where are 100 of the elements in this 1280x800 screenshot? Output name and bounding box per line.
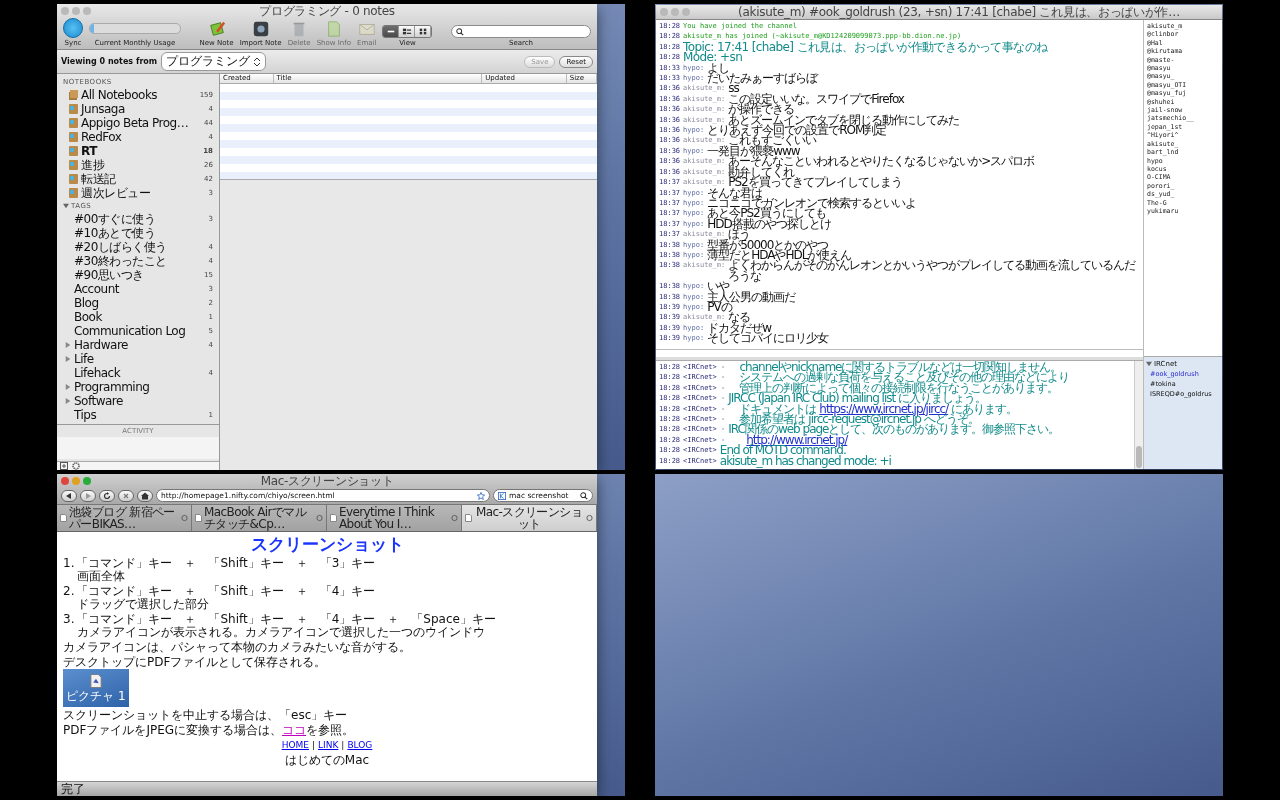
message-text: いや	[707, 281, 730, 292]
gear-icon[interactable]	[72, 462, 80, 470]
reload-icon	[103, 491, 111, 500]
page-icon	[195, 514, 202, 522]
disclosure-icon[interactable]	[1146, 361, 1152, 367]
message-text: そんな君は	[707, 187, 763, 198]
minimize-button[interactable]	[72, 7, 80, 15]
minimize-button[interactable]	[671, 8, 679, 16]
status-bar: 完了	[57, 781, 597, 796]
page-icon	[60, 514, 67, 522]
disclosure-icon[interactable]	[63, 203, 69, 209]
message-text: ほう	[728, 229, 751, 240]
nav-link[interactable]: BLOG	[347, 739, 373, 752]
step-number: 1.	[63, 557, 75, 570]
page-icon	[330, 514, 337, 522]
message-text: あーそんなこといわれるとやりたくなるじゃないか>スパロボ	[728, 156, 1035, 167]
notebook-icon	[69, 132, 78, 142]
notebook-dropdown[interactable]: プログラミング	[161, 52, 267, 71]
message-text: よくわからんがそのがんレオンとかいうやつがプレイしてる動画を流しているんだろうな	[728, 260, 1137, 282]
message-text: そしてコバイにロリ少女	[707, 333, 829, 344]
step-result: カメラアイコンが表示される。カメラアイコンで選択した一つのウインドウ	[76, 626, 485, 639]
tag-item[interactable]: Programming	[57, 380, 219, 394]
browser-tab[interactable]: 池袋ブログ 新宿ペーパーBIKAS…	[57, 505, 192, 531]
search-field[interactable]	[451, 25, 591, 38]
zoom-button[interactable]	[83, 7, 91, 15]
stop-button[interactable]	[118, 489, 134, 502]
message-text: が操作できる	[728, 104, 795, 115]
key-combination: 「コマンド」キー ＋ 「Shift」キー ＋ 「4」キー ＋ 「Space」キー	[76, 613, 496, 626]
key-combination: 「コマンド」キー ＋ 「Shift」キー ＋ 「4」キー	[76, 585, 376, 598]
message-text: あと今PS2買うにしても	[707, 208, 826, 219]
browser-tab[interactable]: MacBook Airでマルチタッチ&Cp…	[192, 505, 327, 531]
message-text: とりあえず今回での設置でROM判定	[707, 125, 887, 136]
message-text: ss	[728, 83, 739, 94]
bookmark-star-icon[interactable]	[477, 491, 485, 500]
snippet-view-icon	[401, 27, 412, 36]
notebook-icon	[69, 146, 78, 156]
notepad-pencil-icon	[207, 20, 226, 38]
message-text: なる	[728, 312, 751, 323]
notebook-icon	[69, 188, 78, 198]
footer-text: はじめてのMac	[283, 754, 371, 767]
close-button[interactable]	[61, 7, 69, 15]
message-text: 薄型だとHDAやHDLが使えん	[707, 249, 852, 261]
tag-item[interactable]: Software	[57, 394, 219, 408]
scrollbar[interactable]	[1134, 361, 1143, 469]
browser-tab[interactable]: Mac-スクリーンショット	[462, 505, 597, 531]
up-down-arrows-icon	[253, 57, 262, 66]
separator: |	[341, 739, 345, 752]
zoom-button[interactable]	[83, 477, 91, 485]
view-mode-button[interactable]	[383, 26, 400, 37]
message-text: 型番が50000とかのやつ	[707, 239, 829, 250]
monitor-icon	[251, 20, 270, 38]
message-input[interactable]	[656, 349, 1143, 360]
file-icon	[90, 673, 102, 688]
disclosure-icon[interactable]	[65, 356, 71, 362]
message-text: ドカタだぜw	[707, 322, 771, 334]
message-text: PS2を買ってきてプレイしてしまう	[728, 177, 902, 188]
link[interactable]: http://www.ircnet.jp/	[746, 434, 848, 446]
nav-link[interactable]: LINK	[318, 739, 339, 752]
notebooks-stack-icon	[69, 90, 78, 100]
message-text: 勘弁してくれ	[728, 166, 795, 178]
close-tab-icon[interactable]	[181, 514, 188, 522]
search-engine-icon	[498, 491, 506, 500]
search-icon	[456, 27, 464, 36]
message-text: これもすごくいい	[728, 135, 817, 146]
page-heading: スクリーンショット	[249, 534, 405, 555]
filter-label: Viewing 0 notes from	[61, 57, 158, 66]
add-icon[interactable]	[60, 462, 68, 470]
disclosure-icon[interactable]	[65, 398, 71, 404]
notebook-icon	[69, 118, 78, 128]
back-button[interactable]	[61, 489, 77, 502]
message-text: akisute_m has changed mode: +i	[719, 455, 891, 467]
file-label: ピクチャ 1	[66, 689, 126, 703]
close-tab-icon[interactable]	[586, 514, 593, 522]
tag-item[interactable]: Life	[57, 352, 219, 366]
zoom-button[interactable]	[682, 8, 690, 16]
message-text: よし	[707, 62, 730, 74]
close-button[interactable]	[61, 477, 69, 485]
view-mode-button[interactable]	[415, 26, 432, 37]
disclosure-icon[interactable]	[65, 384, 71, 390]
paragraph: デスクトップにPDFファイルとして保存される。	[63, 656, 327, 669]
home-button[interactable]	[137, 489, 153, 502]
view-mode-button[interactable]	[399, 26, 416, 37]
close-tab-icon[interactable]	[451, 514, 458, 522]
browser-tab[interactable]: Everytime I Think About You I…	[327, 505, 462, 531]
close-button[interactable]	[660, 8, 668, 16]
paragraph: スクリーンショットを中止する場合は、「esc」キー	[63, 709, 349, 722]
reload-button[interactable]	[99, 489, 115, 502]
paragraph: カメラアイコンは、パシャって本物のカメラみたいな音がする。	[63, 641, 412, 654]
message-text: この設定いいな。スワイプでFirefox	[728, 93, 904, 105]
key-combination: 「コマンド」キー ＋ 「Shift」キー ＋ 「3」キー	[76, 557, 376, 570]
link[interactable]: ココ	[282, 723, 307, 737]
grid-view-icon	[417, 27, 428, 36]
search-icon[interactable]	[580, 491, 588, 500]
nav-link[interactable]: HOME	[281, 739, 309, 752]
close-tab-icon[interactable]	[316, 514, 323, 522]
sync-button[interactable]	[63, 18, 83, 38]
forward-button[interactable]	[80, 489, 96, 502]
tag-item[interactable]: #10あとで使う	[57, 226, 219, 240]
disclosure-icon[interactable]	[65, 342, 71, 348]
stop-icon	[122, 491, 130, 500]
